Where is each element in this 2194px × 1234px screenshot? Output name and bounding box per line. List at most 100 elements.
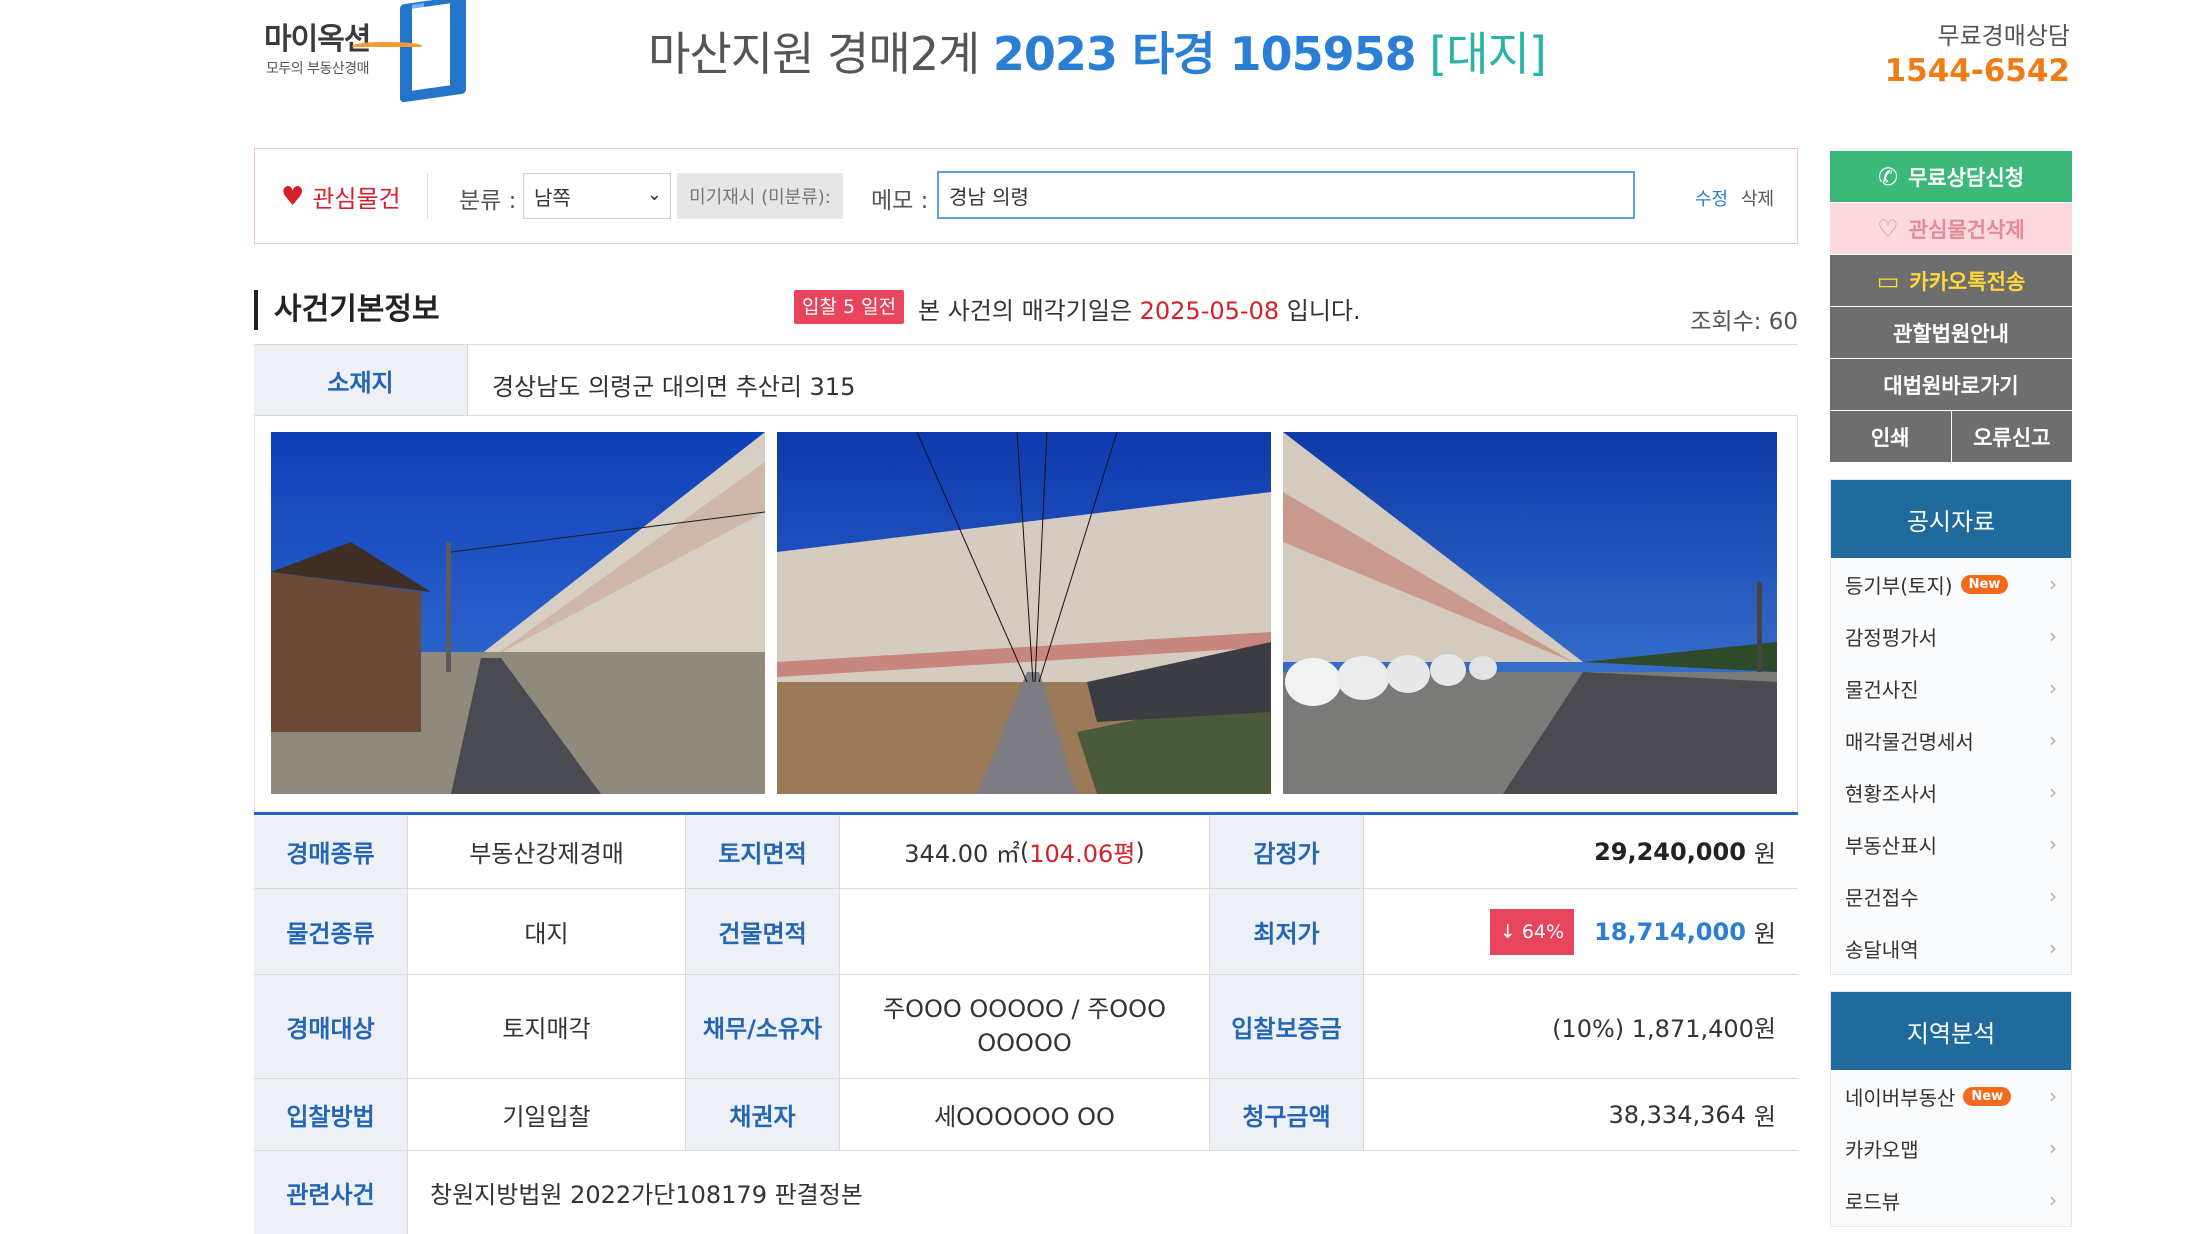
claim-amount: 38,334,364: [1608, 1100, 1746, 1129]
sidebar-item-land-registry[interactable]: 등기부(토지) New ›: [1831, 558, 2071, 610]
kakao-send-label: 카카오톡전송: [1909, 269, 2026, 294]
memo-delete-link[interactable]: 삭제: [1741, 185, 1774, 211]
related-case-value: 창원지방법원 2022가단108179 판결정본: [430, 1181, 863, 1209]
region-analysis-panel: 지역분석 네이버부동산 New › 카카오맵 › 로드뷰 ›: [1830, 991, 2072, 1227]
sidebar-item-documents[interactable]: 문건접수 ›: [1831, 870, 2071, 922]
appraisal-value: 29,240,000 원: [1364, 815, 1798, 888]
property-photo[interactable]: [271, 432, 765, 794]
sidebar-item-label: 매각물건명세서: [1845, 729, 1974, 754]
free-consult-button[interactable]: ✆ 무료상담신청: [1830, 151, 2072, 202]
debtor-owner-label: 채무/소유자: [686, 975, 840, 1078]
property-type-label: 물건종류: [254, 889, 408, 974]
sidebar-item-photos[interactable]: 물건사진 ›: [1831, 662, 2071, 714]
chevron-down-icon: ⌄: [646, 184, 662, 205]
location-label: 소재지: [254, 345, 468, 415]
divider: [427, 173, 428, 219]
land-area-m2: 344.00 ㎡: [904, 840, 1020, 868]
public-records-heading: 공시자료: [1831, 480, 2071, 558]
print-button[interactable]: 인쇄: [1830, 411, 1951, 462]
sidebar-item-label: 감정평가서: [1845, 625, 1937, 650]
photo-road-bales: [1283, 432, 1777, 794]
consult-label: 무료경매상담: [1937, 22, 2070, 50]
kakao-send-button[interactable]: ▭ 카카오톡전송: [1830, 255, 2072, 306]
sidebar-item-delivery[interactable]: 송달내역 ›: [1831, 922, 2071, 974]
land-area-pyeong: 104.06평: [1029, 840, 1136, 868]
location-value: 경상남도 의령군 대의면 추산리 315: [492, 373, 856, 401]
supreme-court-button[interactable]: 대법원바로가기: [1830, 359, 2072, 410]
case-info-table: 경매종류 부동산강제경매 토지면적 344.00 ㎡ (104.06평) 감정가…: [254, 812, 1798, 1234]
memo-input[interactable]: [937, 171, 1635, 219]
public-records-panel: 공시자료 등기부(토지) New › 감정평가서 › 물건사진 › 매각물건명세…: [1830, 479, 2072, 975]
sidebar-item-label: 로드뷰: [1845, 1189, 1901, 1214]
creditor-value: 세OOOOOO OO: [840, 1079, 1210, 1150]
sidebar-item-roadview[interactable]: 로드뷰 ›: [1831, 1174, 2071, 1226]
claim-amount-label: 청구금액: [1210, 1079, 1364, 1150]
new-badge: New: [1963, 1086, 2012, 1106]
currency-unit: 원: [1753, 920, 1776, 948]
sidebar-item-appraisal[interactable]: 감정평가서 ›: [1831, 610, 2071, 662]
photo-road-pavilion: [271, 432, 765, 794]
chevron-right-icon: ›: [2049, 676, 2057, 700]
sidebar-item-naver-realestate[interactable]: 네이버부동산 New ›: [1831, 1070, 2071, 1122]
memo-edit-link[interactable]: 수정: [1695, 185, 1728, 211]
category-value: 남쪽: [534, 185, 571, 210]
sidebar-item-label: 문건접수: [1845, 885, 1919, 910]
building-area-label: 건물면적: [686, 889, 840, 974]
minimum-price-label: 최저가: [1210, 889, 1364, 974]
property-photo[interactable]: [1283, 432, 1777, 794]
print-report-group: 인쇄 오류신고: [1830, 411, 2072, 463]
remove-interest-button[interactable]: ♡ 관심물건삭제: [1830, 203, 2072, 254]
chevron-right-icon: ›: [2049, 780, 2057, 804]
chevron-right-icon: ›: [2049, 572, 2057, 596]
chevron-right-icon: ›: [2049, 728, 2057, 752]
sidebar-item-label: 송달내역: [1845, 937, 1919, 962]
memo-label: 메모 :: [871, 188, 929, 214]
sidebar-item-label: 카카오맵: [1845, 1137, 1919, 1162]
sidebar-item-survey[interactable]: 현황조사서 ›: [1831, 766, 2071, 818]
sidebar-item-property-listing[interactable]: 부동산표시 ›: [1831, 818, 2071, 870]
auction-target-label: 경매대상: [254, 975, 408, 1078]
chevron-right-icon: ›: [2049, 624, 2057, 648]
page-title: 마산지원 경매2계 2023 타경 105958 [대지]: [0, 18, 2194, 84]
consult-contact: 무료경매상담 1544-6542: [1885, 16, 2070, 89]
property-type-value: 대지: [408, 889, 686, 974]
chevron-right-icon: ›: [2049, 1136, 2057, 1160]
sidebar-item-kakao-map[interactable]: 카카오맵 ›: [1831, 1122, 2071, 1174]
interest-toggle-button[interactable]: ♥ 관심물건: [281, 179, 401, 214]
land-area-label: 토지면적: [686, 815, 840, 888]
table-row: 입찰방법 기일입찰 채권자 세OOOOOO OO 청구금액 38,334,364…: [254, 1079, 1798, 1151]
chevron-right-icon: ›: [2049, 936, 2057, 960]
bid-method-label: 입찰방법: [254, 1079, 408, 1150]
new-badge: New: [1960, 574, 2009, 594]
building-area-value: [840, 889, 1210, 974]
sale-prefix: 본 사건의 매각기일은: [918, 297, 1132, 325]
minimum-price-value: ↓ 64% 18,714,000 원: [1364, 889, 1798, 974]
right-sidebar: ✆ 무료상담신청 ♡ 관심물건삭제 ▭ 카카오톡전송 관할법원안내 대법원바로가…: [1830, 151, 2072, 1227]
category-label: 분류 :: [459, 188, 517, 214]
property-photo[interactable]: [777, 432, 1271, 794]
report-error-button[interactable]: 오류신고: [1951, 411, 2072, 462]
chevron-right-icon: ›: [2049, 832, 2057, 856]
chevron-right-icon: ›: [2049, 884, 2057, 908]
sale-date: 2025-05-08: [1139, 297, 1280, 325]
bid-deposit-label: 입찰보증금: [1210, 975, 1364, 1078]
sidebar-item-label: 네이버부동산: [1845, 1085, 1956, 1110]
interest-bar: ♥ 관심물건 분류 : 남쪽 ⌄ 미기재시 (미분류): 메모 : 수정 삭제: [254, 148, 1798, 244]
consult-phone[interactable]: 1544-6542: [1885, 53, 2070, 89]
court-info-button[interactable]: 관할법원안내: [1830, 307, 2072, 358]
bid-method-value: 기일입찰: [408, 1079, 686, 1150]
sidebar-item-sale-statement[interactable]: 매각물건명세서 ›: [1831, 714, 2071, 766]
heart-icon: ♥: [281, 181, 305, 212]
currency-unit: 원: [1753, 840, 1776, 868]
photo-road-wall: [777, 432, 1271, 794]
sale-notice: 본 사건의 매각기일은 2025-05-08 입니다.: [918, 291, 1361, 326]
sale-suffix: 입니다.: [1286, 297, 1361, 325]
auction-type-value: 부동산강제경매: [408, 815, 686, 888]
auction-target-value: 토지매각: [408, 975, 686, 1078]
location-row: 소재지 경상남도 의령군 대의면 추산리 315: [254, 344, 1798, 416]
chevron-right-icon: ›: [2049, 1084, 2057, 1108]
sidebar-item-label: 부동산표시: [1845, 833, 1937, 858]
minimum-price-amount: 18,714,000: [1594, 917, 1746, 946]
free-consult-label: 무료상담신청: [1908, 165, 2025, 190]
category-select[interactable]: 남쪽 ⌄: [523, 173, 671, 219]
